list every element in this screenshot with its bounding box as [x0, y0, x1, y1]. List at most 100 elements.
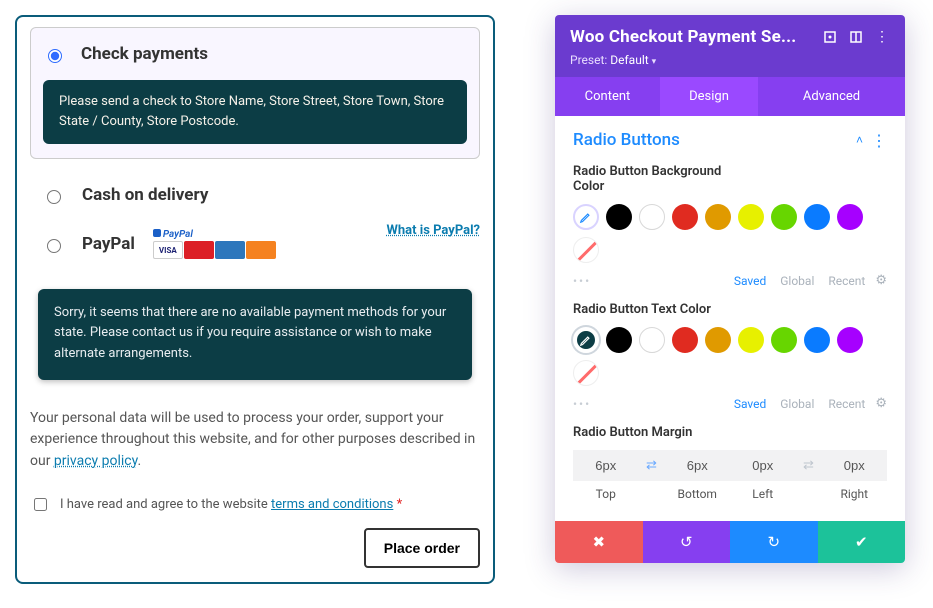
- palette-recent[interactable]: Recent: [828, 274, 865, 288]
- radio-check-payments[interactable]: [48, 49, 62, 63]
- card-logo-strip: VISA: [153, 241, 276, 259]
- section-radio-buttons: Radio Buttons ˄ ⋮ Radio Button Backgroun…: [555, 116, 905, 521]
- palette-recent[interactable]: Recent: [828, 397, 865, 411]
- bg-color-meta: ••• Saved Global Recent ⚙: [573, 273, 887, 288]
- link-horizontal-icon[interactable]: ⇄: [796, 450, 822, 481]
- radio-cod[interactable]: [47, 190, 61, 204]
- place-order-button[interactable]: Place order: [364, 528, 480, 568]
- preset-label: Preset:: [570, 53, 610, 67]
- visa-icon: VISA: [153, 241, 183, 259]
- swatch-red[interactable]: [672, 327, 698, 353]
- terms-required: *: [397, 497, 403, 512]
- more-swatches-icon[interactable]: •••: [573, 274, 591, 288]
- margin-bottom-input[interactable]: [665, 450, 731, 481]
- swatch-none[interactable]: [573, 360, 599, 386]
- terms-prefix: I have read and agree to the website: [60, 497, 271, 512]
- settings-title: Woo Checkout Payment Se...: [570, 27, 812, 47]
- palette-saved[interactable]: Saved: [734, 397, 766, 411]
- checkout-panel: Check payments Please send a check to St…: [15, 15, 495, 584]
- swatch-orange[interactable]: [705, 327, 731, 353]
- expand-icon[interactable]: [822, 29, 838, 45]
- swatch-none[interactable]: [573, 237, 599, 263]
- margin-right-input[interactable]: [822, 450, 888, 481]
- swatch-yellow[interactable]: [738, 327, 764, 353]
- link-vertical-icon[interactable]: ⇄: [639, 450, 665, 481]
- margin-top-label: Top: [573, 481, 639, 501]
- swatch-green[interactable]: [771, 327, 797, 353]
- settings-footer: ✖ ↺ ↻ ✔: [555, 521, 905, 563]
- payment-method-check-box: Check payments Please send a check to St…: [30, 27, 480, 159]
- swatch-purple[interactable]: [837, 327, 863, 353]
- preset-value: Default: [610, 53, 648, 67]
- privacy-text-2: .: [138, 453, 142, 469]
- margin-label: Radio Button Margin: [573, 425, 887, 440]
- terms-checkbox[interactable]: [34, 498, 47, 511]
- swatch-black[interactable]: [606, 327, 632, 353]
- color-picker-button-dark[interactable]: [573, 327, 599, 353]
- margin-inputs: ⇄ ⇄ Top Bottom Left Right: [573, 450, 887, 501]
- swatch-red[interactable]: [672, 204, 698, 230]
- swatch-blue[interactable]: [804, 204, 830, 230]
- margin-bottom-label: Bottom: [665, 481, 731, 501]
- settings-tabs: Content Design Advanced: [555, 77, 905, 116]
- section-more-icon[interactable]: ⋮: [871, 131, 887, 150]
- margin-left-label: Left: [730, 481, 796, 501]
- amex-icon: [215, 241, 245, 259]
- swatch-black[interactable]: [606, 204, 632, 230]
- discover-icon: [246, 241, 276, 259]
- section-title: Radio Buttons: [573, 130, 680, 150]
- preset-dropdown[interactable]: Preset: Default: [570, 53, 890, 67]
- margin-top-input[interactable]: [573, 450, 639, 481]
- undo-button[interactable]: ↺: [643, 521, 731, 563]
- columns-icon[interactable]: [848, 29, 864, 45]
- bg-color-label: Radio Button Background Color: [573, 164, 753, 194]
- text-color-swatches: [573, 327, 887, 386]
- more-swatches-icon[interactable]: •••: [573, 397, 591, 411]
- color-picker-button[interactable]: [573, 204, 599, 230]
- palette-global[interactable]: Global: [780, 397, 814, 411]
- tab-design[interactable]: Design: [660, 77, 758, 116]
- swatch-green[interactable]: [771, 204, 797, 230]
- payment-method-check-note: Please send a check to Store Name, Store…: [43, 80, 467, 144]
- swatch-yellow[interactable]: [738, 204, 764, 230]
- gear-icon[interactable]: ⚙: [875, 273, 887, 288]
- bg-color-swatches: [573, 204, 887, 263]
- tab-content[interactable]: Content: [555, 77, 660, 116]
- payment-method-paypal[interactable]: PayPal PayPal VISA What is PayPal?: [30, 217, 480, 271]
- discard-button[interactable]: ✖: [555, 521, 643, 563]
- swatch-purple[interactable]: [837, 204, 863, 230]
- gear-icon[interactable]: ⚙: [875, 396, 887, 411]
- payment-method-cod-label: Cash on delivery: [82, 185, 208, 205]
- margin-right-label: Right: [822, 481, 888, 501]
- paypal-mini-logo: PayPal: [153, 229, 193, 240]
- text-color-meta: ••• Saved Global Recent ⚙: [573, 396, 887, 411]
- swatch-blue[interactable]: [804, 327, 830, 353]
- payment-method-cod[interactable]: Cash on delivery: [30, 173, 480, 217]
- swatch-orange[interactable]: [705, 204, 731, 230]
- redo-button[interactable]: ↻: [730, 521, 818, 563]
- palette-saved[interactable]: Saved: [734, 274, 766, 288]
- palette-global[interactable]: Global: [780, 274, 814, 288]
- what-is-paypal-link[interactable]: What is PayPal?: [387, 223, 480, 238]
- mastercard-icon: [184, 241, 214, 259]
- radio-paypal[interactable]: [47, 239, 61, 253]
- terms-link[interactable]: terms and conditions: [271, 497, 393, 512]
- more-icon[interactable]: ⋮: [874, 29, 890, 45]
- chevron-up-icon[interactable]: ˄: [856, 133, 863, 147]
- payment-method-paypal-label: PayPal: [82, 234, 135, 254]
- privacy-policy-link[interactable]: privacy policy: [54, 453, 138, 469]
- settings-header: Woo Checkout Payment Se... ⋮ Preset: Def…: [555, 15, 905, 77]
- privacy-text: Your personal data will be used to proce…: [30, 408, 480, 473]
- payment-method-check-label: Check payments: [81, 44, 208, 64]
- tab-advanced[interactable]: Advanced: [758, 77, 905, 116]
- swatch-white[interactable]: [639, 204, 665, 230]
- payment-error-note: Sorry, it seems that there are no availa…: [38, 289, 472, 379]
- margin-left-input[interactable]: [730, 450, 796, 481]
- swatch-white[interactable]: [639, 327, 665, 353]
- section-header[interactable]: Radio Buttons ˄ ⋮: [573, 130, 887, 150]
- settings-panel: Woo Checkout Payment Se... ⋮ Preset: Def…: [555, 15, 905, 563]
- paypal-logos: PayPal VISA: [153, 229, 276, 259]
- save-button[interactable]: ✔: [818, 521, 906, 563]
- payment-method-check[interactable]: Check payments: [43, 40, 467, 68]
- terms-row[interactable]: I have read and agree to the website ter…: [30, 495, 480, 514]
